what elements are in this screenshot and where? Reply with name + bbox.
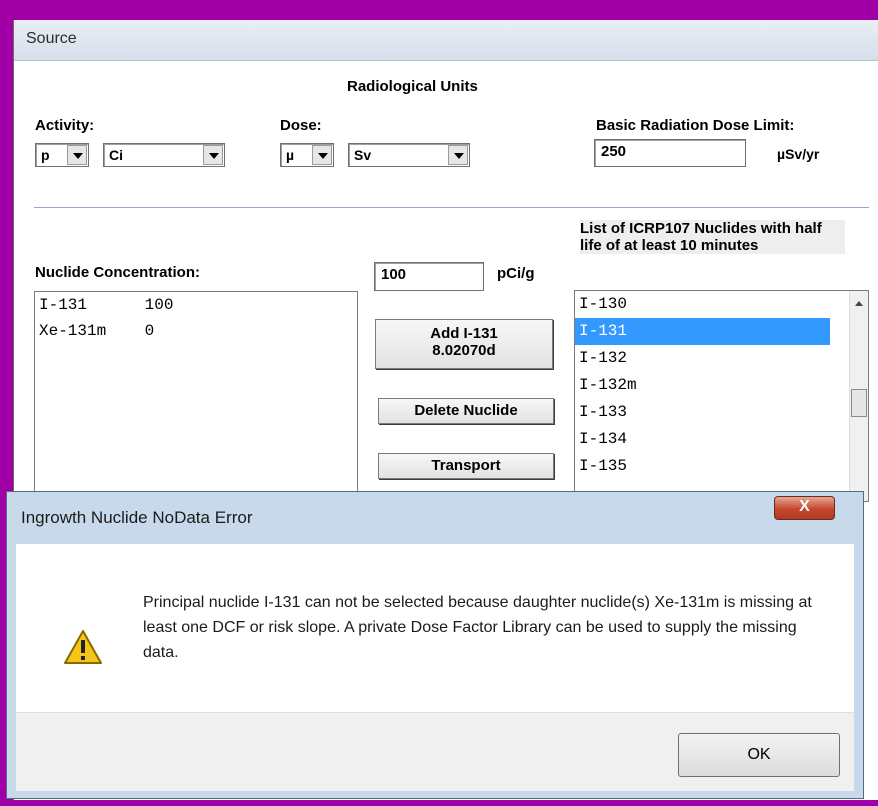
scrollbar-thumb[interactable] (851, 389, 867, 417)
add-button-line1: Add I-131 (430, 325, 498, 342)
nuclide-list-item[interactable]: I-130 (575, 291, 868, 318)
dose-unit-select[interactable]: Sv (348, 143, 470, 167)
error-dialog: Ingrowth Nuclide NoData Error X Principa… (6, 491, 864, 799)
dose-limit-label: Basic Radiation Dose Limit: (596, 117, 795, 134)
activity-prefix-value: p (41, 147, 50, 163)
dose-unit-value: Sv (354, 147, 372, 163)
activity-prefix-select[interactable]: p (35, 143, 89, 167)
dose-limit-unit: µSv/yr (777, 146, 820, 162)
nuclide-list-item[interactable]: I-134 (575, 426, 868, 453)
concentration-input[interactable]: 100 (374, 262, 484, 291)
dialog-message: Principal nuclide I-131 can not be selec… (143, 594, 812, 661)
dose-prefix-value: µ (286, 147, 295, 163)
warning-icon (64, 630, 102, 664)
scroll-up-icon[interactable] (855, 301, 863, 306)
add-nuclide-button[interactable]: Add I-131 8.02070d (375, 319, 553, 369)
activity-label: Activity: (35, 117, 95, 134)
dose-limit-input[interactable]: 250 (594, 139, 746, 167)
activity-unit-select[interactable]: Ci (103, 143, 225, 167)
nuclide-list-item[interactable]: I-135 (575, 453, 868, 480)
nuclide-concentration-label: Nuclide Concentration: (35, 264, 201, 281)
divider (34, 207, 869, 208)
radiological-units-heading: Radiological Units (347, 78, 478, 95)
concentration-row[interactable]: I-131 100 (35, 292, 357, 318)
concentration-row[interactable]: Xe-131m 0 (35, 318, 357, 344)
chevron-down-icon[interactable] (203, 145, 223, 165)
dose-label: Dose: (280, 117, 322, 134)
nuclide-list-item[interactable]: I-133 (575, 399, 868, 426)
chevron-down-icon[interactable] (448, 145, 468, 165)
close-button[interactable]: X (774, 496, 835, 520)
nuclide-list-item[interactable]: I-132 (575, 345, 868, 372)
concentration-unit: pCi/g (497, 265, 535, 282)
dose-prefix-select[interactable]: µ (280, 143, 334, 167)
dialog-title: Ingrowth Nuclide NoData Error (21, 508, 253, 527)
source-titlebar: Source (14, 20, 878, 61)
window-title: Source (26, 30, 77, 47)
dialog-body: Principal nuclide I-131 can not be selec… (16, 544, 854, 791)
delete-nuclide-button[interactable]: Delete Nuclide (378, 398, 554, 424)
add-button-line2: 8.02070d (432, 342, 496, 359)
nuclide-concentration-list[interactable]: I-131 100 Xe-131m 0 (34, 291, 358, 501)
nuclide-list-item[interactable]: I-132m (575, 372, 868, 399)
chevron-down-icon[interactable] (67, 145, 87, 165)
activity-unit-value: Ci (109, 147, 123, 163)
icrp107-nuclide-list[interactable]: I-130 I-131 I-132 I-132m I-133 I-134 I-1… (574, 290, 869, 502)
list-scrollbar[interactable] (849, 291, 868, 501)
nuclide-list-header: List of ICRP107 Nuclides with half life … (580, 220, 845, 254)
nuclide-list-item-selected[interactable]: I-131 (575, 318, 830, 345)
transport-button[interactable]: Transport (378, 453, 554, 479)
close-icon: X (799, 498, 810, 515)
chevron-down-icon[interactable] (312, 145, 332, 165)
ok-button[interactable]: OK (678, 733, 840, 777)
